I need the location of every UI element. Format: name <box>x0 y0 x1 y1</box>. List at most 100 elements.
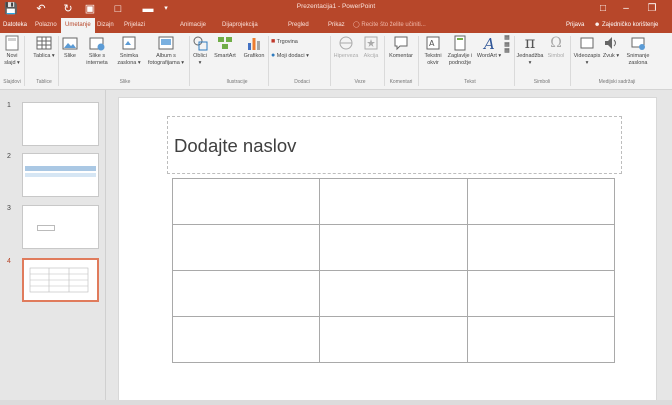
tab-datoteka[interactable]: Datoteka <box>3 18 27 33</box>
smartart-button[interactable]: SmartArt <box>211 35 239 60</box>
tab-prikaz[interactable]: Prikaz <box>328 18 345 33</box>
table-cell[interactable] <box>171 224 321 271</box>
table-cell[interactable] <box>466 316 616 363</box>
table-row <box>171 316 616 363</box>
slide-thumbnail-2[interactable] <box>22 153 99 197</box>
action-button[interactable]: Akcija <box>361 35 381 60</box>
new-slide-button[interactable]: Novi slajd ▾ <box>2 35 22 66</box>
ribbon-tabs: Datoteka Polazno Umetanje Dizajn Prijela… <box>0 18 672 33</box>
table-cell[interactable] <box>319 316 468 363</box>
current-slide[interactable]: Dodajte naslov <box>118 97 657 401</box>
hyperlink-icon <box>339 36 353 50</box>
text-box-button[interactable]: A Tekstni okvir <box>420 35 446 66</box>
symbol-button[interactable]: Ω Simbol <box>545 35 567 60</box>
thumbnail-placeholder <box>37 225 55 231</box>
screenshot-icon <box>122 36 136 50</box>
maximize-icon[interactable]: ❐ <box>643 1 661 17</box>
comment-button[interactable]: Komentar <box>386 35 416 60</box>
group-label-addins: Dodaci <box>294 79 310 85</box>
table-cell[interactable] <box>319 270 468 317</box>
header-footer-icon <box>454 35 466 51</box>
table-cell[interactable] <box>466 270 616 317</box>
group-label-links: Veze <box>354 79 366 85</box>
signin-link[interactable]: Prijava <box>566 18 584 33</box>
status-bar <box>0 400 672 405</box>
smartart-icon <box>218 37 232 49</box>
speaker-icon <box>605 37 616 49</box>
group-label-illustrations: Ilustracije <box>226 79 248 85</box>
table-button[interactable]: Tablica ▾ <box>33 35 55 60</box>
title-placeholder[interactable]: Dodajte naslov <box>167 116 622 174</box>
new-slide-icon <box>5 35 19 51</box>
share-button[interactable]: ☻ Zajedničko korištenje <box>594 18 658 33</box>
person-icon: ☻ <box>594 22 602 28</box>
equation-button[interactable]: π Jednadžba ▾ <box>516 35 544 66</box>
comment-icon <box>394 36 408 51</box>
group-label-images: Slike <box>119 79 131 85</box>
video-icon <box>580 37 594 49</box>
slide-number: 4 <box>7 258 11 265</box>
tab-polazno[interactable]: Polazno <box>35 18 57 33</box>
group-label-tables: Tablice <box>36 79 52 85</box>
text-box-icon: A <box>426 36 440 50</box>
table-cell[interactable] <box>171 178 321 225</box>
table-cell[interactable] <box>319 224 468 271</box>
thumbnail-table <box>29 267 89 293</box>
slide-thumbnail-4-selected[interactable] <box>22 258 99 302</box>
tab-animacije[interactable]: Animacije <box>180 18 206 33</box>
action-icon <box>364 36 378 50</box>
tab-prijelazi[interactable]: Prijelazi <box>124 18 145 33</box>
table-cell[interactable] <box>171 316 321 363</box>
my-addins-button[interactable]: ● Moji dodaci ▾ <box>271 52 331 60</box>
group-label-media: Medijski sadržaji <box>598 79 636 85</box>
ribbon-insert: Novi slajd ▾ Tablica ▾ Slike Slike s int… <box>0 33 672 90</box>
table-cell[interactable] <box>466 178 616 225</box>
pictures-button[interactable]: Slike <box>61 35 79 60</box>
wordart-button[interactable]: A WordArt ▾ <box>476 35 502 60</box>
slide-thumbnail-3[interactable] <box>22 205 99 249</box>
shapes-button[interactable]: Oblici ▾ <box>191 35 209 66</box>
wordart-icon: A <box>482 35 495 51</box>
object-icon: ▦ <box>504 48 510 54</box>
group-label-slides: Slajdovi <box>3 79 21 85</box>
table-cell[interactable] <box>466 224 616 271</box>
svg-text:A: A <box>482 35 495 51</box>
ribbon-display-icon[interactable]: □ <box>594 1 612 17</box>
group-label-symbols: Simboli <box>533 79 551 85</box>
thumbnail-band <box>25 173 96 177</box>
slide-thumbnail-1[interactable] <box>22 102 99 146</box>
tab-dijaprojekcija[interactable]: Dijaprojekcija <box>222 18 258 33</box>
chart-button[interactable]: Grafikon <box>241 35 267 60</box>
audio-button[interactable]: Zvuk ▾ <box>602 35 620 60</box>
slide-editing-area: Dodajte naslov <box>105 90 672 405</box>
table-cell[interactable] <box>319 178 468 225</box>
title-bar: 💾 ↶ ↻ ▣ □ ▬ ▾ Prezentacija1 - PowerPoint… <box>0 0 672 18</box>
online-pictures-button[interactable]: Slike s interneta <box>84 35 110 66</box>
omega-icon: Ω <box>550 35 562 51</box>
screen-recording-icon <box>631 37 645 50</box>
table-cell[interactable] <box>171 270 321 317</box>
slide-number: 2 <box>7 153 11 160</box>
table-row <box>171 224 616 271</box>
minimize-icon[interactable]: – <box>617 1 635 17</box>
table-icon <box>36 36 52 50</box>
screenshot-button[interactable]: Snimka zaslona ▾ <box>114 35 144 66</box>
tab-umetanje[interactable]: Umetanje <box>61 18 95 33</box>
tab-dizajn[interactable]: Dizajn <box>97 18 114 33</box>
photo-album-button[interactable]: Album s fotografijama ▾ <box>146 35 186 66</box>
online-pictures-icon <box>89 37 105 51</box>
table-row <box>171 178 616 225</box>
pictures-icon <box>62 37 78 50</box>
svg-text:A: A <box>429 39 435 48</box>
store-button[interactable]: ■ Trgovina <box>271 38 321 46</box>
screen-recording-button[interactable]: Snimanje zaslona <box>621 35 655 66</box>
table-row <box>171 270 616 317</box>
video-button[interactable]: Videozapis ▾ <box>572 35 602 66</box>
header-footer-button[interactable]: Zaglavlje i podnožje <box>446 35 474 66</box>
slide-table[interactable] <box>171 178 616 363</box>
hyperlink-button[interactable]: Hiperveza <box>332 35 360 60</box>
text-tools-column[interactable]: ▦ ▦ ▦ <box>502 35 512 55</box>
store-icon: ■ <box>271 38 276 45</box>
tell-me-box[interactable]: ◯ Recite što želite učiniti... <box>353 18 426 33</box>
tab-pregled[interactable]: Pregled <box>288 18 309 33</box>
